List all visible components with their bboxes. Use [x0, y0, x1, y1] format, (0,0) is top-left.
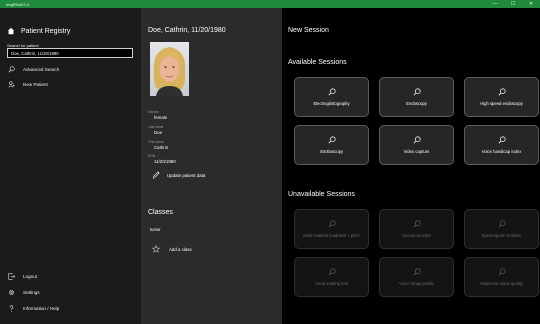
- logout-icon: [8, 273, 15, 280]
- search-icon: [413, 219, 421, 228]
- update-patient-button[interactable]: Update patient data: [152, 171, 205, 179]
- session-tile-spectrogram-realtime: Spectrogram realtime: [464, 209, 539, 249]
- session-tile-label: Multi realtime loudness + pitch: [303, 232, 360, 238]
- session-tile-sound-recorder: Sound recorder: [379, 209, 454, 249]
- session-tile-stroboscopy[interactable]: Stroboscopy: [294, 125, 369, 165]
- search-icon: [328, 219, 336, 228]
- last-name-label: Last name: [148, 125, 164, 129]
- search-icon: [328, 267, 336, 276]
- session-tile-vospector-voice-quality: Vospector voice quality: [464, 257, 539, 297]
- search-icon: [413, 267, 421, 276]
- dob-label: DOB: [148, 154, 156, 158]
- search-icon: [413, 87, 421, 96]
- session-tile-label: Voice range profile: [399, 280, 434, 286]
- patient-photo: [150, 42, 189, 96]
- unavailable-sessions-heading: Unavailable Sessions: [288, 191, 355, 198]
- patient-name-heading: Doe, Cathrin, 11/20/1980: [148, 27, 226, 34]
- logout-label: Logout: [23, 274, 38, 279]
- search-icon: [498, 267, 506, 276]
- gender-value: female: [154, 115, 168, 120]
- search-icon: [8, 66, 15, 73]
- last-name-value: Doe: [154, 130, 163, 135]
- add-class-label: Add a class: [169, 246, 192, 252]
- session-tile-high-speed-endoscopy[interactable]: High speed endoscopy: [464, 77, 539, 117]
- session-tile-electroglottography[interactable]: Electroglottography: [294, 77, 369, 117]
- gender-label: Gender: [148, 110, 159, 114]
- person-add-icon: [8, 81, 15, 88]
- close-button[interactable]: ✕: [522, 0, 540, 8]
- pencil-icon: [152, 171, 160, 179]
- logout-button[interactable]: Logout: [8, 273, 37, 280]
- session-tile-label: Sound recorder: [402, 232, 431, 238]
- session-tile-label: High speed endoscopy: [480, 100, 523, 106]
- search-icon: [498, 135, 506, 144]
- session-tile-label: Video capture: [403, 148, 430, 154]
- session-tile-endoscopy[interactable]: Endoscopy: [379, 77, 454, 117]
- search-icon: [413, 135, 421, 144]
- new-patient-button[interactable]: New Patient: [8, 81, 48, 88]
- new-session-button[interactable]: New Session: [288, 27, 329, 34]
- gear-icon: [8, 289, 15, 296]
- dob-value: 11/20/1980: [154, 159, 176, 164]
- first-name-value: Cathrin: [154, 145, 169, 150]
- help-icon: [8, 305, 15, 312]
- registry-title: Patient Registry: [21, 27, 71, 35]
- sessions-panel: New Session Available Sessions Electrogl…: [282, 8, 540, 324]
- patient-details-panel: Doe, Cathrin, 11/20/1980 Gender female L…: [141, 8, 282, 324]
- session-tile-label: Electroglottography: [313, 100, 350, 106]
- advanced-search-button[interactable]: Advanced Search: [8, 66, 59, 73]
- settings-label: Settings: [23, 290, 40, 295]
- add-class-button[interactable]: Add a class: [152, 245, 192, 253]
- session-tile-multi-realtime-loudness-pitch: Multi realtime loudness + pitch: [294, 209, 369, 249]
- session-tile-label: Stroboscopy: [319, 148, 344, 154]
- window-controls: — ☐ ✕: [486, 0, 540, 8]
- first-name-label: First name: [148, 140, 164, 144]
- new-patient-label: New Patient: [23, 82, 48, 87]
- star-icon: [152, 245, 160, 253]
- home-icon[interactable]: [7, 27, 15, 35]
- session-tile-label: Spectrogram realtime: [481, 232, 522, 238]
- help-label: Information / Help: [23, 306, 60, 311]
- session-tile-video-capture[interactable]: Video capture: [379, 125, 454, 165]
- session-tile-label: Vocal loading test: [315, 280, 348, 286]
- maximize-button[interactable]: ☐: [504, 0, 522, 8]
- search-icon: [328, 87, 336, 96]
- help-button[interactable]: Information / Help: [8, 305, 59, 312]
- session-tile-label: Voice handicap index: [481, 148, 522, 154]
- update-patient-label: Update patient data: [167, 172, 206, 178]
- search-icon: [498, 219, 506, 228]
- title-bar: ImgRNAV3.4 — ☐ ✕: [0, 0, 540, 8]
- patient-search-input[interactable]: [7, 48, 133, 58]
- settings-button[interactable]: Settings: [8, 289, 40, 296]
- minimize-button[interactable]: —: [486, 0, 504, 8]
- session-tile-label: Vospector voice quality: [480, 280, 523, 286]
- session-tile-label: Endoscopy: [406, 100, 427, 106]
- patient-registry-panel: Patient Registry Search for patient Adva…: [0, 8, 141, 324]
- session-tile-voice-handicap-index[interactable]: Voice handicap index: [464, 125, 539, 165]
- app-title: ImgRNAV3.4: [6, 1, 30, 7]
- available-sessions-heading: Available Sessions: [288, 59, 347, 66]
- session-tile-vocal-loading-test: Vocal loading test: [294, 257, 369, 297]
- search-icon: [328, 135, 336, 144]
- advanced-search-label: Advanced Search: [23, 67, 60, 72]
- classes-heading: Classes: [148, 209, 173, 216]
- class-item[interactable]: tumor: [150, 227, 161, 232]
- session-tile-voice-range-profile: Voice range profile: [379, 257, 454, 297]
- search-icon: [498, 87, 506, 96]
- registry-header[interactable]: Patient Registry: [7, 27, 70, 35]
